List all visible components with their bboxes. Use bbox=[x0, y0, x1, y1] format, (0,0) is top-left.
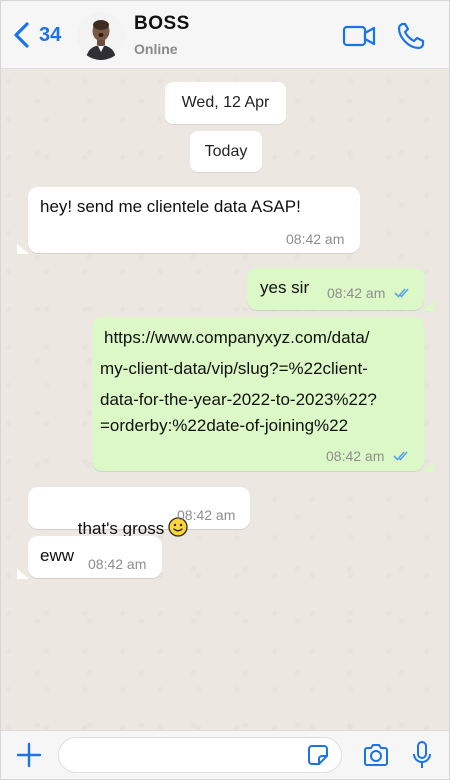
double-check-icon bbox=[393, 451, 408, 461]
message-time: 08:42 am bbox=[286, 231, 345, 247]
compose-bar bbox=[1, 730, 449, 779]
day-separator: Today bbox=[190, 131, 262, 172]
unread-count: 34 bbox=[39, 23, 62, 46]
avatar[interactable] bbox=[77, 12, 125, 60]
contact-status: Online bbox=[134, 41, 178, 57]
mic-icon[interactable] bbox=[412, 740, 432, 770]
bubble-tail bbox=[17, 569, 29, 579]
message-input[interactable] bbox=[58, 737, 342, 773]
message-bubble-incoming[interactable]: eww 08:42 am bbox=[28, 536, 162, 578]
message-time: 08:42 am bbox=[88, 556, 147, 572]
message-list[interactable]: Wed, 12 Apr Today hey! send me clientele… bbox=[1, 70, 449, 730]
bubble-tail bbox=[422, 301, 434, 311]
double-check-icon bbox=[394, 288, 409, 298]
link-line-1[interactable]: https://www.companyxyz.com/data/ bbox=[104, 325, 370, 350]
message-time: 08:42 am bbox=[326, 448, 385, 464]
phone-call-icon[interactable] bbox=[395, 21, 429, 51]
message-bubble-incoming[interactable]: that's gross 08:42 am bbox=[28, 487, 250, 538]
contact-name[interactable]: BOSS bbox=[134, 13, 190, 35]
date-label: Wed, 12 Apr bbox=[181, 94, 270, 111]
message-time: 08:42 am bbox=[177, 507, 236, 523]
message-bubble-outgoing-link[interactable]: https://www.companyxyz.com/data/ my-clie… bbox=[92, 317, 424, 471]
plus-icon[interactable] bbox=[15, 741, 43, 769]
bubble-tail bbox=[17, 244, 29, 254]
video-call-icon[interactable] bbox=[342, 21, 376, 51]
message-time: 08:42 am bbox=[327, 285, 386, 301]
link-line-3[interactable]: data-for-the-year-2022-to-2023%22? bbox=[100, 387, 377, 412]
date-separator: Wed, 12 Apr bbox=[165, 82, 286, 124]
link-line-2[interactable]: my-client-data/vip/slug?=%22client- bbox=[100, 356, 368, 381]
link-line-4[interactable]: =orderby:%22date-of-joining%22 bbox=[100, 413, 348, 438]
message-text: yes sir bbox=[260, 278, 310, 297]
chevron-left-icon bbox=[14, 22, 29, 48]
message-bubble-outgoing[interactable]: yes sir 08:42 am bbox=[247, 268, 424, 310]
sticker-icon[interactable] bbox=[307, 744, 329, 766]
chat-header: 34 BOSS Online bbox=[1, 1, 449, 69]
camera-icon[interactable] bbox=[362, 742, 390, 768]
back-button[interactable]: 34 bbox=[11, 21, 71, 49]
message-text: eww bbox=[40, 546, 75, 565]
chat-screen: 34 BOSS Online Wed, 12 Apr Today hey! se… bbox=[0, 0, 450, 780]
message-bubble-incoming[interactable]: hey! send me clientele data ASAP! 08:42 … bbox=[28, 187, 360, 253]
bubble-tail bbox=[422, 462, 434, 472]
message-text: hey! send me clientele data ASAP! bbox=[40, 197, 301, 216]
day-label: Today bbox=[204, 142, 248, 160]
